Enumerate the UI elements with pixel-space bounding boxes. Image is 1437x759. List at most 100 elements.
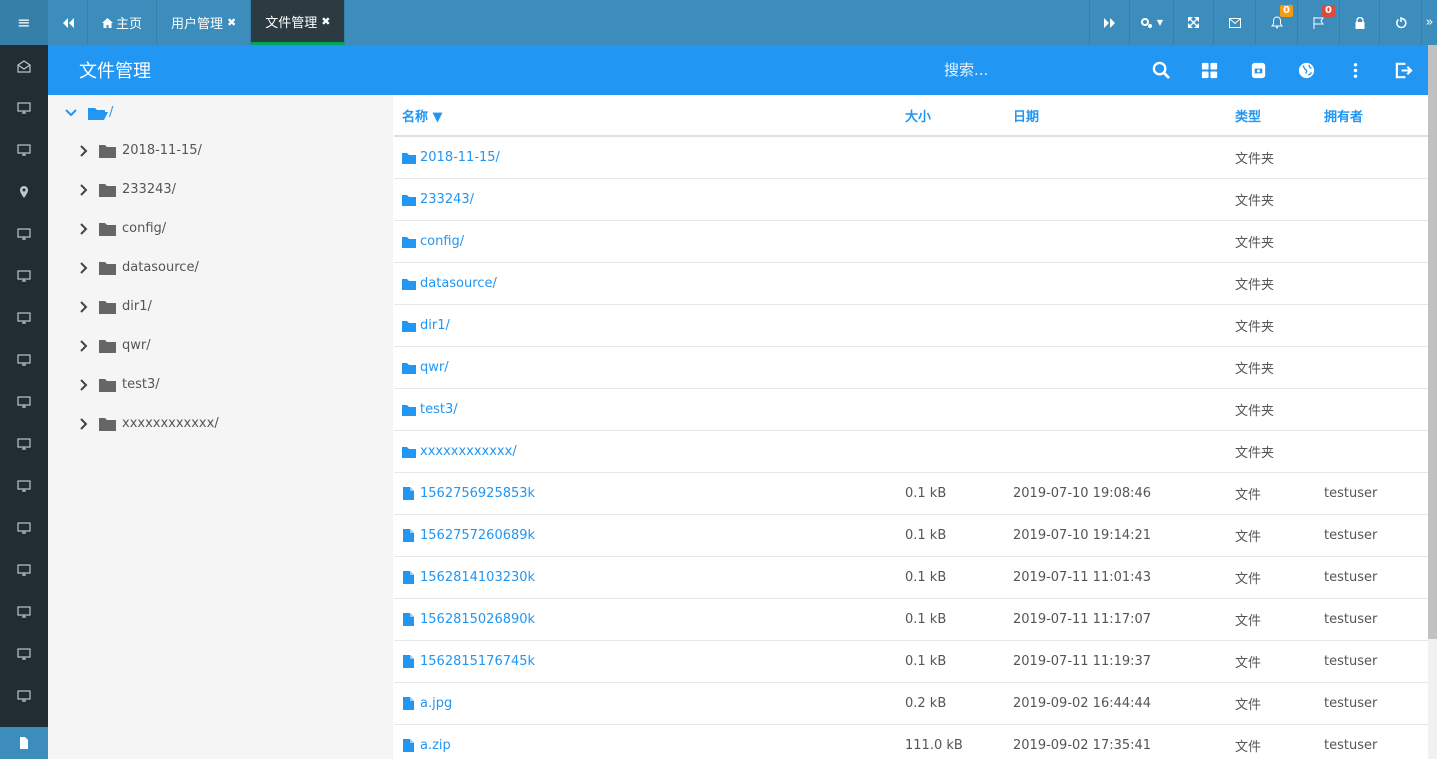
file-name[interactable]: datasource/ [420,276,497,291]
power-icon[interactable] [1379,0,1421,45]
sidebar-item-files[interactable] [0,727,48,759]
file-name-cell[interactable]: xxxxxxxxxxxx/ [394,444,905,459]
sidebar-item-monitor[interactable] [0,129,48,171]
file-name-cell[interactable]: 1562814103230k [394,570,905,585]
file-name-cell[interactable]: 2018-11-15/ [394,150,905,165]
file-name-cell[interactable]: dir1/ [394,318,905,333]
sidebar-item-monitor[interactable] [0,381,48,423]
file-name-cell[interactable]: 1562757260689k [394,528,905,543]
file-name-cell[interactable]: test3/ [394,402,905,417]
table-row[interactable]: xxxxxxxxxxxx/文件夹 [394,431,1428,473]
tab-scroll-right-icon[interactable] [1089,0,1129,45]
table-row[interactable]: 1562814103230k 0.1 kB 2019-07-11 11:01:43 文… [394,557,1428,599]
file-name[interactable]: xxxxxxxxxxxx/ [420,444,517,459]
sidebar-item-monitor[interactable] [0,213,48,255]
sort-by-owner[interactable]: 拥有者 [1324,106,1424,125]
mail-icon[interactable] [1213,0,1255,45]
sort-by-type[interactable]: 类型 [1235,106,1324,125]
sidebar-item-monitor[interactable] [0,675,48,717]
close-icon[interactable]: ✖ [227,16,236,29]
table-row[interactable]: datasource/文件夹 [394,263,1428,305]
file-name[interactable]: 2018-11-15/ [420,150,500,165]
close-icon[interactable]: ✖ [321,15,330,28]
more-options-button[interactable] [1331,45,1380,95]
sidebar-item-monitor[interactable] [0,339,48,381]
sidebar-item-monitor[interactable] [0,297,48,339]
fullscreen-icon[interactable] [1173,0,1213,45]
table-row[interactable]: qwr/文件夹 [394,347,1428,389]
lock-icon[interactable] [1339,0,1379,45]
table-row[interactable]: a.zip 111.0 kB 2019-09-02 17:35:41 文件 testus… [394,725,1428,759]
file-name-cell[interactable]: a.zip [394,738,905,753]
language-button[interactable] [1283,45,1332,95]
sort-by-size[interactable]: 大小 [905,106,1013,125]
file-name[interactable]: dir1/ [420,318,450,333]
more-right-icon[interactable]: » [1421,0,1437,45]
file-name[interactable]: 1562815176745k [420,654,535,669]
sidebar-item-monitor[interactable] [0,633,48,675]
table-row[interactable]: 1562815026890k 0.1 kB 2019-07-11 11:17:07 文… [394,599,1428,641]
bell-icon[interactable]: 0 [1255,0,1297,45]
file-name[interactable]: 233243/ [420,192,474,207]
tab-user-management[interactable]: 用户管理 ✖ [157,0,252,45]
sidebar-item-monitor[interactable] [0,549,48,591]
file-name[interactable]: a.zip [420,738,451,753]
table-row[interactable]: 1562756925853k 0.1 kB 2019-07-10 19:08:46 文… [394,473,1428,515]
file-name-cell[interactable]: config/ [394,234,905,249]
table-row[interactable]: 2018-11-15/文件夹 [394,137,1428,179]
sidebar-item-monitor[interactable] [0,255,48,297]
scrollbar-thumb[interactable] [1428,45,1437,639]
sidebar-item-monitor[interactable] [0,591,48,633]
tab-file-management[interactable]: 文件管理 ✖ [251,0,346,45]
search-button[interactable] [1137,45,1186,95]
table-row[interactable]: config/文件夹 [394,221,1428,263]
tab-home[interactable]: 主页 [88,0,158,45]
file-name[interactable]: a.jpg [420,696,452,711]
sidebar-item-monitor[interactable] [0,465,48,507]
tree-item[interactable]: dir1/ [79,299,152,314]
file-name-cell[interactable]: 233243/ [394,192,905,207]
file-name[interactable]: 1562757260689k [420,528,535,543]
flag-icon[interactable]: 0 [1297,0,1339,45]
file-name[interactable]: qwr/ [420,360,449,375]
file-name[interactable]: config/ [420,234,464,249]
tab-scroll-left-icon[interactable] [48,0,88,45]
file-name-cell[interactable]: 1562815026890k [394,612,905,627]
tree-root[interactable]: / [65,105,113,120]
table-row[interactable]: 1562815176745k 0.1 kB 2019-07-11 11:19:37 文… [394,641,1428,683]
tab-options-icon[interactable]: ▼ [1129,0,1173,45]
sort-by-name[interactable]: 名称 ▼ [394,106,905,125]
sort-by-date[interactable]: 日期 [1013,106,1235,125]
upload-button[interactable] [1234,45,1283,95]
file-name-cell[interactable]: 1562815176745k [394,654,905,669]
table-row[interactable]: 1562757260689k 0.1 kB 2019-07-10 19:14:21 文… [394,515,1428,557]
tree-item[interactable]: test3/ [79,377,160,392]
file-name[interactable]: 1562756925853k [420,486,535,501]
table-row[interactable]: a.jpg 0.2 kB 2019-09-02 16:44:44 文件 testuser [394,683,1428,725]
table-row[interactable]: test3/文件夹 [394,389,1428,431]
search-input[interactable]: 搜索... [944,59,988,80]
tree-item[interactable]: xxxxxxxxxxxx/ [79,416,219,431]
table-row[interactable]: dir1/文件夹 [394,305,1428,347]
tree-item[interactable]: datasource/ [79,260,199,275]
tree-item[interactable]: qwr/ [79,338,151,353]
file-name-cell[interactable]: a.jpg [394,696,905,711]
sidebar-item-monitor[interactable] [0,423,48,465]
tree-item[interactable]: config/ [79,221,166,236]
file-name[interactable]: test3/ [420,402,458,417]
grid-view-button[interactable] [1186,45,1235,95]
sidebar-item-monitor[interactable] [0,87,48,129]
file-name-cell[interactable]: 1562756925853k [394,486,905,501]
file-name[interactable]: 1562814103230k [420,570,535,585]
logout-button[interactable] [1380,45,1429,95]
file-name-cell[interactable]: datasource/ [394,276,905,291]
sidebar-item-location[interactable] [0,171,48,213]
menu-toggle-icon[interactable]: ≡ [0,0,48,45]
tree-item[interactable]: 2018-11-15/ [79,143,202,158]
tree-item[interactable]: 233243/ [79,182,176,197]
file-name-cell[interactable]: qwr/ [394,360,905,375]
sidebar-item-monitor[interactable] [0,507,48,549]
table-row[interactable]: 233243/文件夹 [394,179,1428,221]
sidebar-item-mail[interactable] [0,45,48,87]
file-name[interactable]: 1562815026890k [420,612,535,627]
